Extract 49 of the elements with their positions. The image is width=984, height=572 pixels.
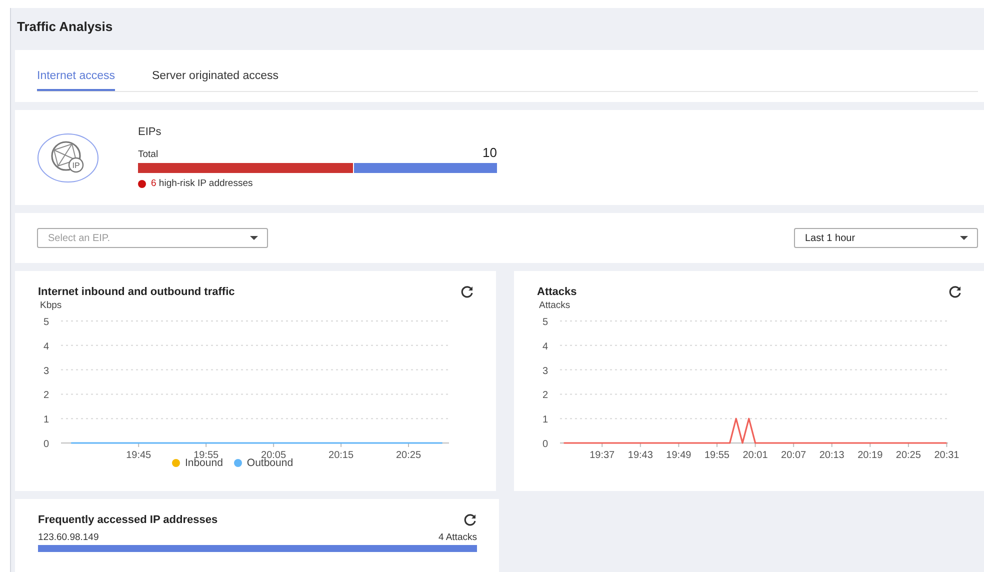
axis-tick-label: 3 xyxy=(542,366,548,377)
refresh-icon[interactable] xyxy=(463,513,477,527)
axis-tick-label: 20:13 xyxy=(819,450,844,461)
axis-tick-label: 20:31 xyxy=(934,450,960,461)
ip-address: 123.60.98.149 xyxy=(38,532,99,543)
axis-tick-label: 5 xyxy=(542,317,548,328)
axis-tick-label: 0 xyxy=(542,439,548,450)
axis-tick-label: 4 xyxy=(542,341,548,352)
axis-tick-label: 1 xyxy=(43,414,49,426)
axis-tick-label: 2 xyxy=(542,390,548,402)
axis-tick-label: 20:07 xyxy=(781,450,806,461)
tab[interactable]: Server originated access xyxy=(152,64,279,91)
legend-label[interactable]: Outbound xyxy=(246,457,294,469)
axis-tick-label: 3 xyxy=(43,366,49,377)
globe-ip-icon: IP xyxy=(36,132,100,184)
axis-tick-label: 2 xyxy=(43,390,49,402)
card-title: Frequently accessed IP addresses xyxy=(38,514,218,526)
chart-title: Attacks xyxy=(537,286,577,298)
eips-heading: EIPs xyxy=(138,126,162,138)
refresh-icon[interactable] xyxy=(948,285,962,299)
tab[interactable]: Internet access xyxy=(37,64,115,91)
high-risk-note: 6 high-risk IP addresses xyxy=(151,178,253,189)
axis-tick-label: 20:25 xyxy=(896,450,921,461)
axis-tick-label: 1 xyxy=(542,414,548,426)
axis-tick-label: 20:25 xyxy=(396,450,422,461)
axis-tick-label: 19:55 xyxy=(704,450,730,461)
axis-tick-label: 19:43 xyxy=(628,450,653,461)
chart-title: Internet inbound and outbound traffic xyxy=(38,286,235,298)
total-label: Total xyxy=(138,149,158,160)
attack-count: 4 Attacks xyxy=(438,532,477,543)
page-title: Traffic Analysis xyxy=(16,18,114,36)
axis-tick-label: 20:01 xyxy=(742,450,768,461)
axis-tick-label: 4 xyxy=(43,341,49,352)
legend-label[interactable]: Inbound xyxy=(184,457,223,469)
axis-tick-label: 5 xyxy=(43,317,49,328)
caret-icon xyxy=(960,236,968,240)
refresh-icon[interactable] xyxy=(460,285,474,299)
total-count: 10 xyxy=(482,145,497,160)
axis-tick-label: 19:37 xyxy=(590,450,615,461)
time-range-select[interactable]: Last 1 hour xyxy=(794,228,978,248)
axis-tick-label: 19:49 xyxy=(666,450,692,461)
axis-tick-label: 20:19 xyxy=(858,450,883,461)
axis-tick-label: 20:15 xyxy=(328,450,354,461)
status-dot xyxy=(138,180,146,188)
axis-label: Kbps xyxy=(39,300,63,311)
axis-label: Attacks xyxy=(538,300,572,311)
caret-icon xyxy=(250,236,258,240)
axis-tick-label: 0 xyxy=(43,439,49,450)
axis-tick-label: 19:45 xyxy=(126,450,152,461)
